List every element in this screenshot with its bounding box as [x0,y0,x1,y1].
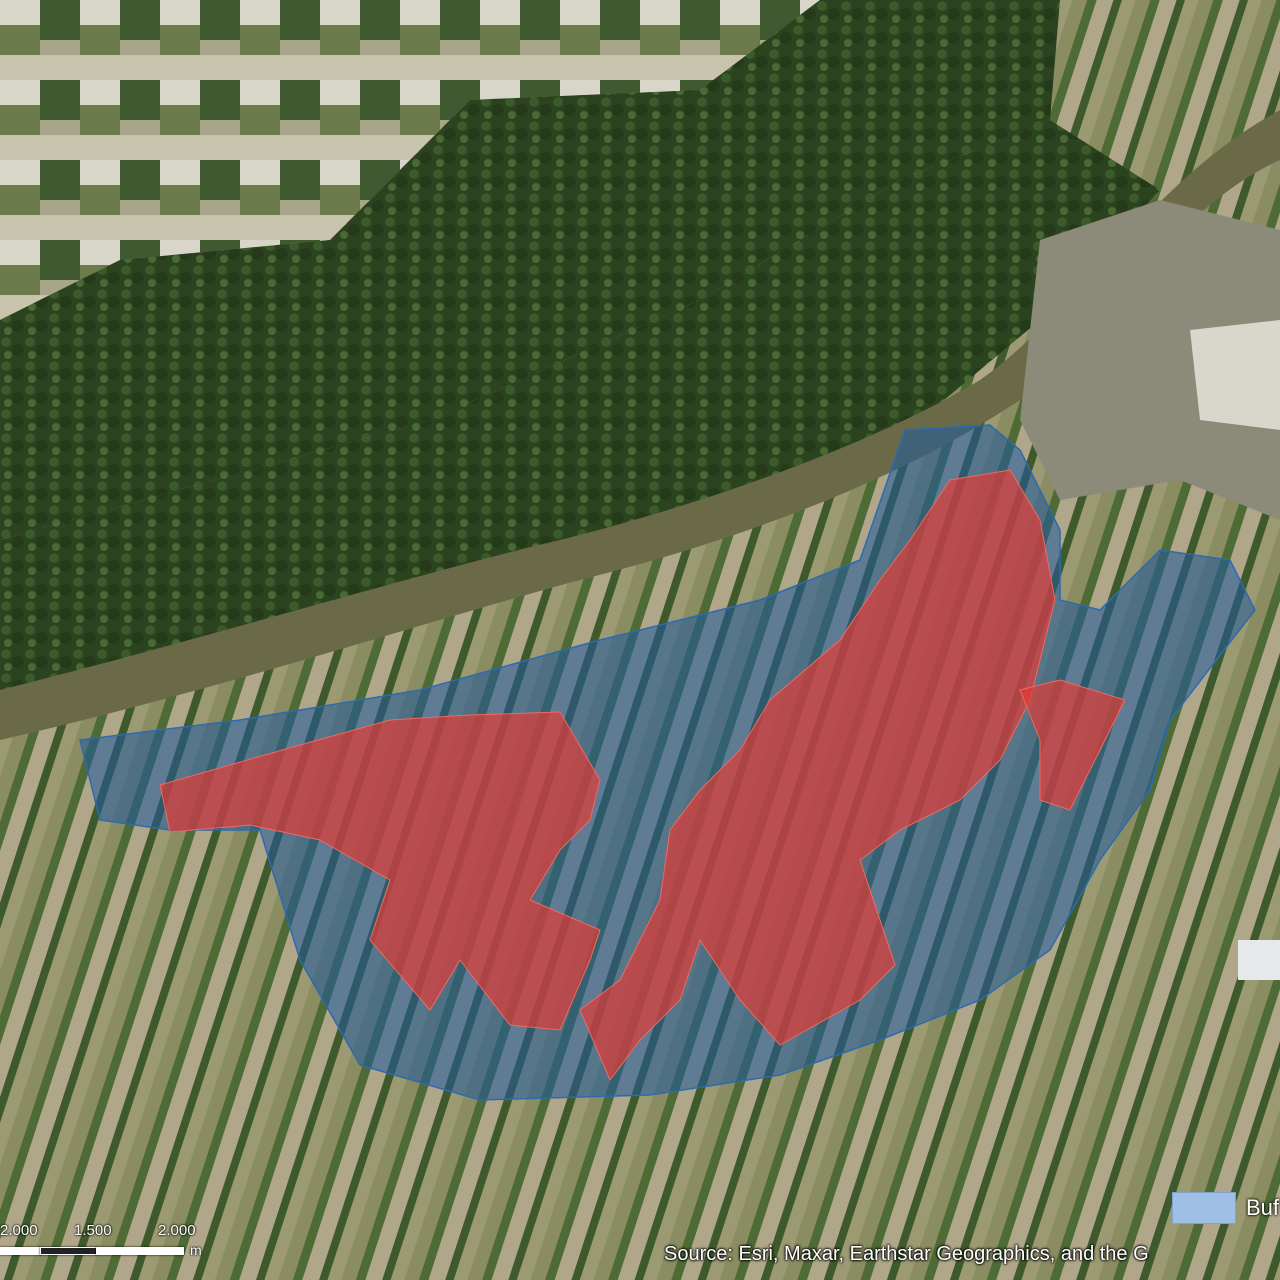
scale-unit: m [190,1242,202,1258]
map-legend: Buf [1172,1192,1279,1224]
scale-bar: 2.000 1.500 2.000 m [0,1222,220,1264]
map-canvas[interactable] [0,0,1280,1280]
scale-tick-label: 2.000 [158,1222,196,1239]
scale-segment [96,1247,184,1255]
scale-segment [40,1247,98,1255]
legend-swatch-buffer [1172,1192,1236,1224]
scale-tick-label: 2.000 [0,1222,38,1239]
legend-label-buffer: Buf [1246,1195,1280,1220]
scale-segment [0,1247,42,1255]
scale-tick-label: 1.500 [74,1222,112,1239]
map-attribution: Source: Esri, Maxar, Earthstar Geographi… [664,1243,1149,1265]
